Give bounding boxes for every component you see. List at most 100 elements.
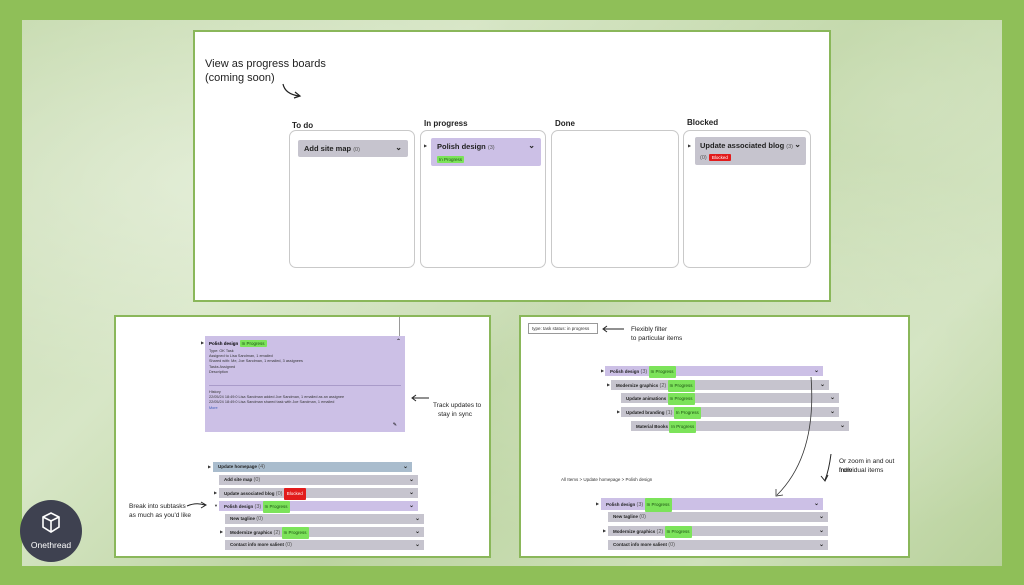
row-update-associated-blog[interactable]: Update associated blog (0) Blocked ⌄: [219, 488, 418, 500]
expand-triangle-icon[interactable]: ▶: [607, 382, 610, 387]
expand-triangle-icon[interactable]: ▼: [214, 503, 218, 508]
chevron-down-icon[interactable]: ⌄: [528, 141, 535, 150]
chevron-down-icon[interactable]: ⌄: [415, 540, 420, 550]
row-update-homepage[interactable]: Update homepage (4) ⌄: [213, 462, 412, 472]
status-badge: In Progress: [437, 156, 465, 163]
card-count: (0): [353, 147, 360, 153]
row-count: (0): [253, 477, 261, 483]
note-filter-line2: to particular items: [631, 335, 683, 342]
chevron-down-icon[interactable]: ⌄: [403, 462, 408, 472]
row-polish-design[interactable]: Polish design (3) In Progress ⌄: [219, 501, 418, 513]
row-count: (0): [256, 516, 264, 522]
chevron-down-icon[interactable]: ⌄: [830, 407, 835, 417]
row-count: (0): [275, 491, 283, 497]
status-badge: Blocked: [283, 488, 306, 500]
row-label: Update associated blog: [224, 491, 275, 496]
history-more-link[interactable]: More: [209, 406, 344, 411]
chevron-down-icon[interactable]: ⌄: [415, 527, 420, 537]
row-label: Polish design: [606, 502, 636, 507]
card-add-site-map[interactable]: Add site map (0) ⌄: [298, 140, 408, 157]
task-detail-panel: ▶ Polish design In Progress ⌃ Type: OK T…: [114, 315, 491, 558]
breadcrumb[interactable]: All Items > Update homepage > Polish des…: [561, 477, 652, 482]
status-badge: In Progress: [239, 340, 267, 347]
filter-zoom-panel: type: task status: in progress Flexibly …: [519, 315, 910, 558]
chevron-down-icon[interactable]: ⌄: [409, 488, 414, 498]
detail-meta: Type: OK Task Assigned to Lisa Sandman, …: [209, 349, 303, 375]
row-label: Contact info more salient: [230, 542, 285, 547]
expand-triangle-icon[interactable]: ▶: [603, 528, 606, 533]
row-label: Polish design: [224, 504, 254, 509]
expand-triangle-icon[interactable]: ▶: [617, 409, 620, 414]
status-badge: In Progress: [644, 498, 672, 512]
edit-pencil-icon[interactable]: ✎: [393, 422, 397, 428]
chevron-down-icon[interactable]: ⌄: [814, 498, 819, 510]
onethread-box-icon: [42, 512, 60, 533]
chevron-down-icon[interactable]: ⌄: [819, 540, 824, 550]
column-title-todo: To do: [292, 121, 314, 130]
zoom-row-new-tagline[interactable]: New tagline (0) ⌄: [608, 512, 828, 522]
row-count: (4): [258, 464, 266, 470]
chevron-down-icon[interactable]: ⌄: [840, 421, 845, 431]
zoom-row-modernize-graphics[interactable]: Modernize graphics (2) In Progress ⌄: [608, 526, 828, 538]
row-label: Polish design: [610, 369, 640, 374]
expand-triangle-icon[interactable]: ▶: [214, 490, 217, 495]
row-label: New tagline: [613, 514, 639, 519]
expand-triangle-icon[interactable]: ▶: [208, 464, 211, 469]
row-add-site-map[interactable]: Add site map (0) ⌄: [219, 475, 418, 485]
expand-triangle-icon[interactable]: ▶: [688, 143, 691, 148]
history-line: 22/05/24 18:49:0 Lisa Sandman shared tas…: [209, 400, 335, 405]
column-done[interactable]: [551, 130, 679, 268]
card-polish-design[interactable]: Polish design (3) ⌄ In Progress: [431, 138, 541, 166]
column-blocked[interactable]: ▶ Update associated blog (3) ⌄ (0) Block…: [683, 130, 811, 268]
progress-boards-panel: View as progress boards (coming soon) To…: [193, 30, 831, 302]
chevron-down-icon[interactable]: ⌄: [409, 501, 414, 511]
row-count: (1): [665, 410, 673, 416]
status-badge: In Progress: [664, 526, 692, 538]
arrow-left-icon: [602, 325, 624, 333]
note-boards-line2: (coming soon): [205, 72, 275, 84]
status-badge: In Progress: [669, 421, 697, 433]
detail-title: Polish design: [209, 341, 239, 346]
status-badge: In Progress: [648, 366, 676, 378]
zoom-row-contact-info[interactable]: Contact info more salient (0) ⌄: [608, 540, 828, 550]
note-break-line1: Break into subtasks: [129, 503, 186, 510]
row-count: (0): [285, 542, 293, 548]
status-badge: In Progress: [667, 380, 695, 392]
card-count-secondary: (0): [700, 155, 707, 161]
chevron-down-icon[interactable]: ⌄: [819, 526, 824, 536]
chevron-down-icon[interactable]: ⌄: [830, 393, 835, 403]
arrow-left-icon: [411, 394, 429, 402]
column-inprogress[interactable]: ▶ Polish design (3) ⌄ In Progress: [420, 130, 546, 268]
connector-line: [399, 317, 400, 337]
card-label: Add site map: [304, 144, 352, 153]
row-label: Modernize graphics: [616, 383, 659, 388]
row-modernize-graphics[interactable]: Modernize graphics (2) In Progress ⌄: [225, 527, 424, 539]
chevron-down-icon[interactable]: ⌄: [415, 514, 420, 524]
expand-triangle-icon[interactable]: ▶: [220, 529, 223, 534]
expand-triangle-icon[interactable]: ▶: [596, 501, 599, 506]
row-label: Contact info more salient: [613, 542, 668, 547]
row-contact-info[interactable]: Contact info more salient (0) ⌄: [225, 540, 424, 550]
task-detail-card[interactable]: Polish design In Progress ⌃ Type: OK Tas…: [205, 336, 405, 432]
chevron-down-icon[interactable]: ⌄: [409, 475, 414, 485]
row-label: Update homepage: [218, 464, 258, 469]
chevron-down-icon[interactable]: ⌄: [794, 140, 801, 149]
row-new-tagline[interactable]: New tagline (0) ⌄: [225, 514, 424, 524]
row-label: Updated branding: [626, 410, 665, 415]
expand-triangle-icon[interactable]: ▶: [424, 143, 427, 148]
card-update-associated-blog[interactable]: Update associated blog (3) ⌄ (0) Blocked: [695, 137, 806, 165]
column-todo[interactable]: Add site map (0) ⌄: [289, 130, 415, 268]
detail-title-row: Polish design In Progress: [209, 340, 267, 347]
detail-history: History 22/05/24 18:49:0 Lisa Sandman ad…: [209, 390, 344, 411]
brand-name: Onethread: [30, 540, 72, 550]
expand-triangle-icon[interactable]: ▶: [601, 368, 604, 373]
status-badge: In Progress: [281, 527, 309, 539]
row-label: Modernize graphics: [230, 530, 273, 535]
chevron-down-icon[interactable]: ⌄: [395, 143, 402, 152]
chevron-down-icon[interactable]: ⌄: [819, 512, 824, 522]
zoom-row-polish-design[interactable]: Polish design (3) In Progress ⌄: [601, 498, 823, 512]
note-break-line2: as much as you'd like: [129, 512, 191, 519]
expand-triangle-icon[interactable]: ▶: [201, 340, 204, 345]
filter-input[interactable]: type: task status: in progress: [528, 323, 598, 334]
chevron-up-icon[interactable]: ⌃: [396, 338, 401, 345]
